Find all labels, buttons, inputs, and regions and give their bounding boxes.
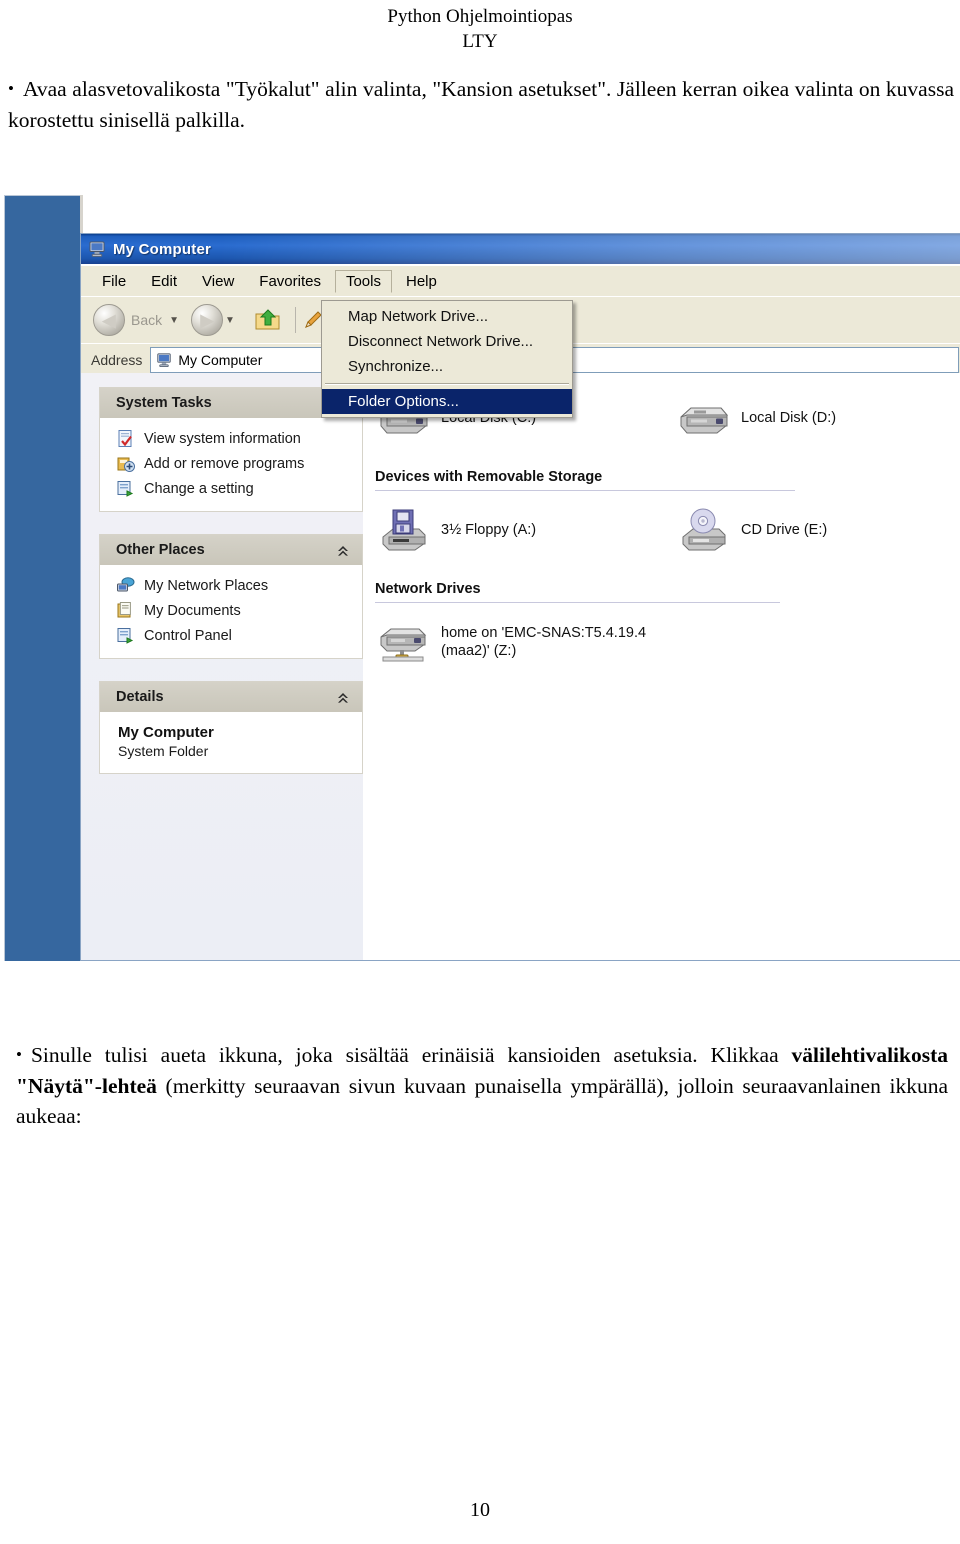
my-computer-icon [156, 352, 172, 368]
my-documents-icon [116, 601, 135, 620]
file-list-pane: Local Disk (C:) Local Disk (D:) Devices … [363, 373, 960, 960]
window-titlebar: My Computer [81, 234, 960, 265]
drive-label-line2: (maa2)' (Z:) [441, 643, 517, 659]
menu-item-favorites[interactable]: Favorites [248, 270, 332, 293]
control-panel-icon [116, 479, 135, 498]
panel-title: Details [116, 689, 164, 705]
menu-option-map-network-drive[interactable]: Map Network Drive... [322, 304, 572, 329]
tools-dropdown-menu: Map Network Drive... Disconnect Network … [321, 300, 573, 418]
menu-option-disconnect-network-drive[interactable]: Disconnect Network Drive... [322, 329, 572, 354]
network-places-icon [116, 576, 135, 595]
window-title: My Computer [113, 240, 212, 258]
list-item[interactable]: Change a setting [100, 476, 362, 501]
address-value: My Computer [178, 352, 263, 368]
section-removable-storage: Devices with Removable Storage [375, 469, 795, 491]
panel-body-details: My Computer System Folder [100, 712, 362, 773]
panel-body-other-places: My Network Places My Documents Control P… [100, 565, 362, 658]
my-computer-icon [88, 240, 106, 258]
panel-header-other-places[interactable]: Other Places [100, 535, 362, 565]
list-item-label: My Documents [144, 602, 241, 619]
list-item-label: Control Panel [144, 627, 232, 644]
header-subtitle-line: LTY [462, 31, 498, 53]
section-network-drives: Network Drives [375, 581, 780, 603]
network-drives-group: home on 'EMC-SNAS:T5.4.19.4 (maa2)' (Z:) [375, 619, 960, 667]
menu-item-edit[interactable]: Edit [140, 270, 188, 293]
section-title: Network Drives [375, 581, 481, 597]
floppy-drive-icon [375, 507, 433, 555]
task-pane: System Tasks View system information Add… [81, 373, 363, 960]
chevron-up-icon[interactable] [336, 544, 350, 556]
instruction-text-bottom-part1: Sinulle tulisi aueta ikkuna, joka sisält… [30, 1043, 792, 1067]
drive-label: CD Drive (E:) [741, 522, 828, 539]
bullet-glyph: • [16, 1045, 22, 1064]
menu-item-help[interactable]: Help [395, 270, 448, 293]
hard-drive-icon [675, 395, 733, 443]
list-item-label: Add or remove programs [144, 455, 305, 472]
control-panel-icon [116, 626, 135, 645]
back-label: Back [131, 312, 163, 328]
desktop-background [4, 195, 81, 961]
toolbar-separator [294, 307, 296, 333]
network-drive-icon [375, 619, 433, 667]
page-number: 10 [470, 1499, 490, 1521]
chevron-up-icon[interactable] [336, 691, 350, 703]
instruction-paragraph-bottom: • Sinulle tulisi aueta ikkuna, joka sisäl… [16, 1040, 948, 1132]
drive-label-line1: home on 'EMC-SNAS:T5.4.19.4 [441, 625, 647, 642]
list-item-label: My Network Places [144, 577, 269, 594]
cd-drive-icon [675, 507, 733, 555]
system-info-icon [116, 429, 135, 448]
drive-item[interactable]: Local Disk (D:) [675, 395, 960, 443]
explorer-screenshot: My Computer File Edit View Favorites Too… [0, 191, 960, 961]
details-secondary-text: System Folder [118, 743, 209, 759]
instruction-paragraph-top: • Avaa alasvetovalikosta "Työkalut" alin … [8, 74, 954, 135]
section-title: Devices with Removable Storage [375, 469, 603, 485]
add-remove-programs-icon [116, 454, 135, 473]
instruction-text-top: Avaa alasvetovalikosta "Työkalut" alin v… [8, 77, 954, 132]
list-item-label: View system information [144, 430, 301, 447]
menu-option-folder-options[interactable]: Folder Options... [322, 389, 572, 414]
address-label: Address [91, 352, 143, 368]
drive-label: home on 'EMC-SNAS:T5.4.19.4 (maa2)' (Z:) [441, 625, 646, 660]
header-title-line: Python Ohjelmointiopas [387, 6, 573, 27]
explorer-window: My Computer File Edit View Favorites Too… [80, 233, 960, 961]
menu-separator [325, 383, 569, 385]
panel-details: Details My Computer System Folder [99, 681, 363, 774]
bullet-glyph: • [8, 79, 14, 99]
forward-button[interactable]: ▶ ▼ [191, 304, 243, 336]
drive-item[interactable]: home on 'EMC-SNAS:T5.4.19.4 (maa2)' (Z:) [375, 619, 795, 667]
list-item[interactable]: My Documents [100, 598, 362, 623]
list-item[interactable]: View system information [100, 426, 362, 451]
forward-arrow-icon: ▶ [191, 304, 224, 336]
drive-label: Local Disk (D:) [741, 410, 837, 427]
menu-item-view[interactable]: View [191, 270, 245, 293]
panel-body-system-tasks: View system information Add or remove pr… [100, 418, 362, 511]
up-folder-icon[interactable] [254, 307, 282, 333]
menu-option-synchronize[interactable]: Synchronize... [322, 354, 572, 379]
drive-item[interactable]: CD Drive (E:) [675, 507, 960, 555]
drive-item[interactable]: 3½ Floppy (A:) [375, 507, 675, 555]
window-body: System Tasks View system information Add… [81, 373, 960, 960]
document-header: Python Ohjelmointiopas LTY [0, 0, 960, 54]
list-item-label: Change a setting [144, 480, 254, 497]
back-arrow-icon: ◀ [93, 304, 125, 336]
menu-item-tools[interactable]: Tools [334, 269, 392, 293]
list-item[interactable]: Control Panel [100, 623, 362, 648]
panel-other-places: Other Places My Network Places My Docume… [99, 534, 363, 659]
list-item[interactable]: Add or remove programs [100, 451, 362, 476]
panel-title: Other Places [116, 542, 205, 558]
removable-storage-group: 3½ Floppy (A:) CD Drive (E:) [375, 507, 960, 555]
back-chevron-down-icon[interactable]: ▼ [167, 315, 187, 326]
titlebar-filler [219, 234, 960, 264]
forward-chevron-down-icon[interactable]: ▼ [223, 315, 243, 326]
panel-header-details[interactable]: Details [100, 682, 362, 712]
panel-title: System Tasks [116, 395, 212, 411]
list-item[interactable]: My Network Places [100, 573, 362, 598]
details-primary-text: My Computer [118, 724, 214, 741]
back-button[interactable]: ◀ Back ▼ [93, 304, 187, 336]
menu-bar: File Edit View Favorites Tools Help [81, 265, 960, 296]
drive-label: 3½ Floppy (A:) [441, 522, 537, 539]
menu-item-file[interactable]: File [91, 270, 137, 293]
